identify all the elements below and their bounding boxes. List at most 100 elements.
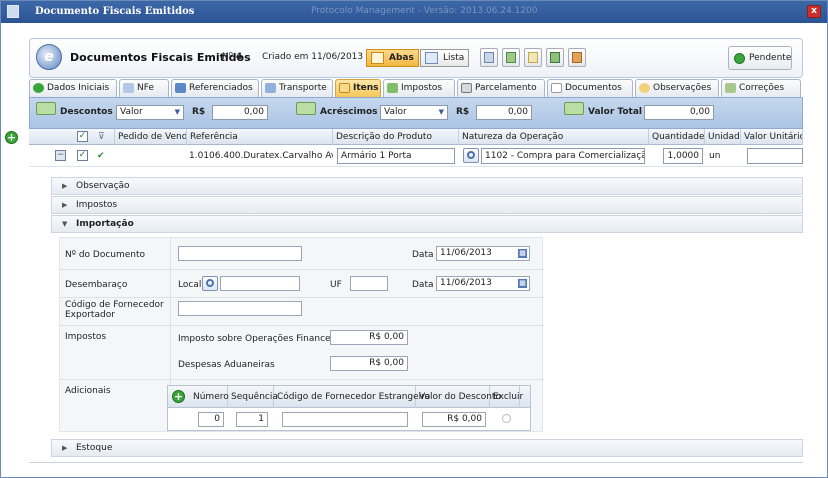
view-abas-button[interactable]: Abas	[366, 49, 419, 67]
add-item-button[interactable]: +	[5, 131, 18, 144]
data-label: Data	[412, 250, 434, 260]
codigo-estrangeiro-input[interactable]	[282, 412, 408, 427]
document-icon	[7, 5, 19, 18]
despesas-input[interactable]: R$ 0,00	[330, 356, 408, 371]
number-label: Nº	[222, 52, 233, 62]
col-valor-unitario[interactable]: Valor Unitário	[741, 129, 803, 145]
tab-label: Dados Iniciais	[47, 83, 110, 93]
section-importacao[interactable]: ▼ Importação	[51, 215, 803, 233]
tab-observacoes[interactable]: Observações	[635, 79, 719, 97]
col-quantidade[interactable]: Quantidade	[649, 129, 705, 145]
view-lista-label: Lista	[443, 53, 465, 63]
cell-valor-unitario-input[interactable]	[747, 148, 803, 164]
pencil-icon	[725, 83, 736, 93]
acrescimos-label: Acréscimos	[320, 107, 378, 117]
main-window: Documento Fiscais Emitidos Protocolo Man…	[0, 0, 828, 478]
acrescimos-currency: R$	[456, 107, 470, 117]
acrescimos-value-input[interactable]: 0,00	[476, 105, 532, 120]
email-button[interactable]	[524, 48, 542, 67]
adicionais-label: Adicionais	[65, 386, 111, 396]
data-input[interactable]: 11/06/2013 ▦	[436, 246, 530, 261]
sequencia-input[interactable]: 1	[236, 412, 268, 427]
view-lista-button[interactable]: Lista	[420, 49, 470, 67]
acrescimos-type-select[interactable]: Valor ▼	[380, 105, 448, 120]
tab-transporte[interactable]: Transporte	[261, 79, 333, 97]
tab-impostos[interactable]: Impostos	[383, 79, 455, 97]
select-all-checkbox[interactable]: ✓	[77, 131, 88, 142]
adicionais-header: + Número Sequência Código de Fornecedor …	[168, 386, 530, 408]
add-adicional-button[interactable]: +	[172, 390, 185, 403]
section-impostos[interactable]: ▶ Impostos	[51, 196, 803, 214]
print-icon	[484, 52, 494, 63]
expand-row-icon[interactable]: −	[55, 150, 66, 161]
sync-icon	[550, 52, 560, 63]
tab-correcoes[interactable]: Correções	[721, 79, 801, 97]
tab-referenciados[interactable]: Referenciados	[171, 79, 259, 97]
view-abas-label: Abas	[389, 53, 414, 63]
cell-quantidade-input[interactable]: 1,0000	[663, 148, 703, 164]
descontos-value-input[interactable]: 0,00	[212, 105, 268, 120]
local-input[interactable]	[220, 276, 300, 291]
despesas-label: Despesas Aduaneiras	[178, 360, 275, 370]
table-row[interactable]: − ✓ ✔ 1.0106.400.Duratex.Carvalho Avelã …	[29, 145, 803, 167]
col-pedido-venda[interactable]: Pedido de Venda	[115, 129, 187, 145]
dropdown-arrow-icon: ▼	[174, 108, 180, 116]
print-button[interactable]	[480, 48, 498, 67]
calendar-icon[interactable]: ▦	[518, 279, 527, 288]
descontos-label: Descontos	[60, 107, 113, 117]
section-estoque[interactable]: ▶ Estoque	[51, 439, 803, 457]
valor-desconto-input[interactable]: R$ 0,00	[422, 412, 486, 427]
descontos-type-select[interactable]: Valor ▼	[116, 105, 184, 120]
tab-label: Observações	[653, 83, 712, 93]
footer-divider	[29, 462, 803, 463]
tab-documentos[interactable]: Documentos	[547, 79, 633, 97]
tab-parcelamento[interactable]: Parcelamento	[457, 79, 545, 97]
tab-label: Transporte	[279, 83, 327, 93]
cell-descricao-input[interactable]: Armário 1 Porta	[337, 148, 455, 164]
codigo-fornecedor-input[interactable]	[178, 301, 302, 316]
col-descricao[interactable]: Descrição do Produto	[333, 129, 459, 145]
tab-itens[interactable]: Itens	[335, 79, 381, 97]
section-label: Observação	[76, 181, 130, 191]
valor-total-input[interactable]: 0,00	[644, 105, 714, 120]
filter-icon[interactable]: ⊽	[95, 129, 115, 145]
cell-natureza-input[interactable]: 1102 - Compra para Comercialização	[481, 148, 645, 164]
money-icon	[387, 83, 398, 93]
section-label: Impostos	[76, 200, 118, 210]
data2-input[interactable]: 11/06/2013 ▦	[436, 276, 530, 291]
search-local-button[interactable]	[202, 276, 218, 291]
document-icon	[551, 83, 562, 93]
speech-bubble-icon	[639, 83, 650, 93]
col-excluir: Excluir	[490, 386, 523, 408]
delete-circle-icon[interactable]	[502, 414, 511, 423]
col-natureza[interactable]: Natureza da Operação	[459, 129, 649, 145]
numero-documento-input[interactable]	[178, 246, 302, 261]
tab-dados-iniciais[interactable]: Dados Iniciais	[29, 79, 117, 97]
col-unidade[interactable]: Unidade	[705, 129, 741, 145]
uf-input[interactable]	[350, 276, 388, 291]
sync-button[interactable]	[546, 48, 564, 67]
col-sequencia: Sequência	[228, 386, 278, 408]
collapse-arrow-icon: ▼	[62, 220, 68, 228]
add-circle-icon	[33, 83, 44, 93]
refresh-icon	[506, 52, 516, 63]
status-pendente-button[interactable]: Pendente	[728, 46, 792, 70]
tab-label: Documentos	[565, 83, 622, 93]
row-checkbox[interactable]: ✓	[77, 150, 88, 161]
calendar-icon[interactable]: ▦	[518, 249, 527, 258]
export-button[interactable]	[568, 48, 586, 67]
close-button[interactable]: x	[807, 5, 821, 18]
search-natureza-button[interactable]	[463, 148, 479, 163]
search-icon	[206, 279, 214, 287]
refresh-button[interactable]	[502, 48, 520, 67]
numero-input[interactable]: 0	[198, 412, 224, 427]
col-referencia[interactable]: Referência	[187, 129, 333, 145]
tab-label: Parcelamento	[475, 83, 537, 93]
tab-nfe[interactable]: NFe	[119, 79, 169, 97]
iof-input[interactable]: R$ 0,00	[330, 330, 408, 345]
adicionais-grid: + Número Sequência Código de Fornecedor …	[167, 385, 531, 431]
tab-bar: Dados Iniciais NFe Referenciados Transpo…	[29, 79, 803, 97]
title-bar: Documento Fiscais Emitidos Protocolo Man…	[1, 1, 827, 23]
section-observacao[interactable]: ▶ Observação	[51, 177, 803, 195]
reference-icon	[175, 83, 186, 93]
